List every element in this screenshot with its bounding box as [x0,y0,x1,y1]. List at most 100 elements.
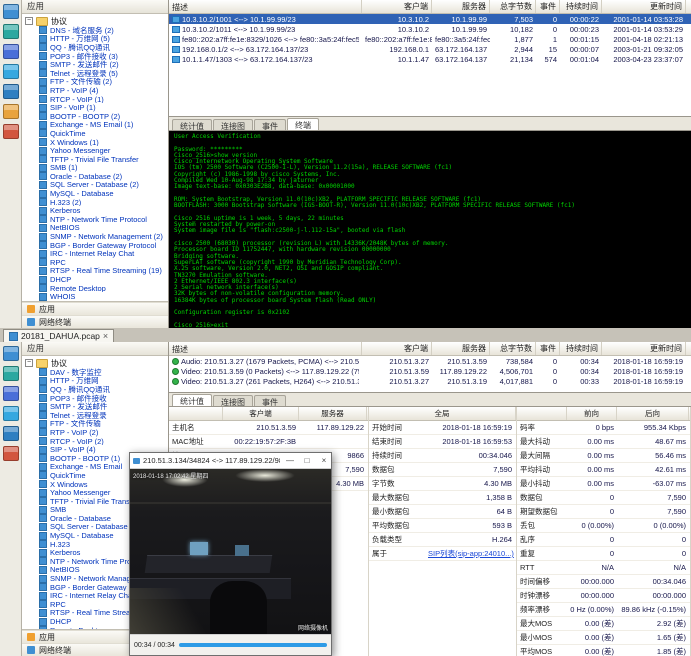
protocol-tree-item[interactable]: BGP - Border Gateway Protocol [25,241,168,250]
sidebar-footer-button[interactable]: 应用 [22,302,168,315]
protocol-tree-item[interactable]: NTP - Network Time Protocol [25,215,168,224]
protocol-tree-item[interactable]: SMTP - 发送邮件 [25,402,168,411]
tab-事件[interactable]: 事件 [254,119,286,130]
protocol-tree-item[interactable]: BOOTP - BOOTP (2) [25,112,168,121]
filter-icon[interactable] [3,386,19,401]
tab-连接图[interactable]: 连接图 [213,395,253,406]
table-row[interactable]: Video: 210.51.3.27 (261 Packets, H264) <… [169,376,691,386]
column-header[interactable]: 描述 [169,0,362,13]
protocol-tree-item[interactable]: POP3 - 邮件接收 (3) [25,52,168,61]
seek-bar[interactable] [179,643,327,647]
protocol-tree-item[interactable]: FTP - 文件传输 [25,420,168,429]
column-header[interactable]: 服务器 [432,0,490,13]
collapse-icon[interactable]: − [25,359,33,367]
column-header[interactable]: 服务器 [432,342,490,355]
table-row[interactable]: Audio: 210.51.3.27 (1679 Packets, PCMA) … [169,356,691,366]
collapse-icon[interactable]: − [25,17,33,25]
protocol-icon [39,420,47,428]
protocol-tree-item[interactable]: H.323 (2) [25,198,168,207]
table-row[interactable]: 10.3.10.2/1001 <--> 10.1.99.99/2310.3.10… [169,14,691,24]
table-row[interactable]: 10.1.1.47/1303 <--> 63.172.164.137/2310.… [169,54,691,64]
protocol-tree-item[interactable]: FTP - 文件传输 (2) [25,78,168,87]
protocol-tree-item[interactable]: QQ - 腾讯QQ通讯 [25,385,168,394]
protocol-tree-item[interactable]: RTCP - VoIP (2) [25,437,168,446]
protocol-tree-item[interactable]: Exchange - MS Email (1) [25,121,168,130]
minimize-button[interactable]: — [283,456,297,465]
protocol-tree-item[interactable]: Remote Desktop [25,284,168,293]
document-tab[interactable]: 20181_DAHUA.pcap × [3,329,114,342]
sidebar-footer-button[interactable]: 网络终端 [22,315,168,328]
video-player-window[interactable]: 210.51.3.134/34824 <-> 117.89.129.22/986… [129,452,332,656]
table-row[interactable]: 192.168.0.1/2 <--> 63.172.164.137/23192.… [169,44,691,54]
column-header[interactable]: 事件 [536,342,560,355]
protocol-tree-item[interactable]: NetBIOS [25,224,168,233]
table-row[interactable]: Video: 210.51.3.59 (0 Packets) <--> 117.… [169,366,691,376]
protocol-tree-item[interactable]: RPC [25,258,168,267]
protocol-tree-item[interactable]: IRC - Internet Relay Chat [25,249,168,258]
protocol-tree-item[interactable]: DHCP [25,275,168,284]
column-header[interactable]: 更新时间 [602,0,686,13]
protocol-tree-item[interactable]: QuickTime [25,129,168,138]
maximize-button[interactable]: □ [300,456,314,465]
protocol-tree-item[interactable]: SMB (1) [25,164,168,173]
network-profile-icon[interactable] [3,346,19,361]
packet-view-icon[interactable] [3,84,19,99]
protocol-tree-item[interactable]: Yahoo Messenger [25,146,168,155]
protocol-tree-item[interactable]: RTP - VoIP (2) [25,428,168,437]
protocol-tree-item[interactable]: SMTP - 发送邮件 (2) [25,60,168,69]
filter-icon[interactable] [3,44,19,59]
column-header[interactable]: 客户端 [362,0,432,13]
telnet-terminal[interactable]: User Access Verification Password: *****… [169,131,691,328]
adapter-icon[interactable] [3,366,19,381]
column-header[interactable]: 持续时间 [560,342,602,355]
network-profile-icon[interactable] [3,4,19,19]
protocol-tree-item[interactable]: QQ - 腾讯QQ通讯 [25,43,168,52]
table-row[interactable]: fe80::202:a7ff:fe1e:8329/1026 <--> fe80:… [169,34,691,44]
protocol-tree-root[interactable]: −协议 [25,358,168,368]
column-header[interactable]: 总字节数 [490,0,536,13]
column-header[interactable]: 持续时间 [560,0,602,13]
log-view-icon[interactable] [3,104,19,119]
close-button[interactable]: × [317,456,331,465]
protocol-tree-item[interactable]: X Windows (1) [25,138,168,147]
column-header[interactable]: 描述 [169,342,362,355]
protocol-tree-item[interactable]: Oracle - Database (2) [25,172,168,181]
video-window-titlebar[interactable]: 210.51.3.134/34824 <-> 117.89.129.22/986… [130,453,331,469]
column-header[interactable]: 客户端 [362,342,432,355]
protocol-tree-root[interactable]: −协议 [25,16,168,26]
node-explorer-icon[interactable] [3,64,19,79]
column-header[interactable]: 更新时间 [602,342,686,355]
adapter-icon[interactable] [3,24,19,39]
protocol-tree-item[interactable]: MySQL - Database [25,189,168,198]
protocol-tree-item[interactable]: POP3 - 邮件接收 [25,394,168,403]
protocol-tree-item[interactable]: SQL Server - Database (2) [25,181,168,190]
column-header[interactable]: 总字节数 [490,342,536,355]
alarm-icon[interactable] [3,446,19,461]
protocol-tree-item[interactable]: RTCP - VoIP (1) [25,95,168,104]
protocol-tree-item[interactable]: Kerberos [25,206,168,215]
protocol-tree-item[interactable]: RTSP - Real Time Streaming (19) [25,267,168,276]
protocol-tree-item[interactable]: TFTP - Trivial File Transfer [25,155,168,164]
tab-连接图[interactable]: 连接图 [213,119,253,130]
column-header[interactable]: 事件 [536,0,560,13]
tab-统计值[interactable]: 统计值 [172,394,212,406]
protocol-tree-item[interactable]: SIP - VoIP (1) [25,103,168,112]
node-explorer-icon[interactable] [3,406,19,421]
protocol-tree-item[interactable]: SNMP - Network Management (2) [25,232,168,241]
close-tab-icon[interactable]: × [103,332,108,341]
protocol-tree-item[interactable]: HTTP - 万维网 (5) [25,35,168,44]
protocol-tree-item[interactable]: DNS - 域名服务 (2) [25,26,168,35]
tab-统计值[interactable]: 统计值 [172,119,212,130]
tab-事件[interactable]: 事件 [254,395,286,406]
protocol-tree-item[interactable]: WHOIS [25,292,168,301]
protocol-tree-item[interactable]: Telnet - 远程登录 (5) [25,69,168,78]
protocol-tree-item[interactable]: HTTP - 万维网 [25,377,168,386]
protocol-tree-item[interactable]: RTP - VoIP (4) [25,86,168,95]
protocol-tree-item[interactable]: Telnet - 远程登录 [25,411,168,420]
table-row[interactable]: 10.3.10.2/1011 <--> 10.1.99.99/2310.3.10… [169,24,691,34]
related-session-link[interactable]: SIP列表(sip-app:24010...) [425,548,515,559]
packet-view-icon[interactable] [3,426,19,441]
protocol-tree-item[interactable]: DAV - 数字监控 [25,368,168,377]
alarm-icon[interactable] [3,124,19,139]
tab-终端[interactable]: 终端 [287,118,319,130]
